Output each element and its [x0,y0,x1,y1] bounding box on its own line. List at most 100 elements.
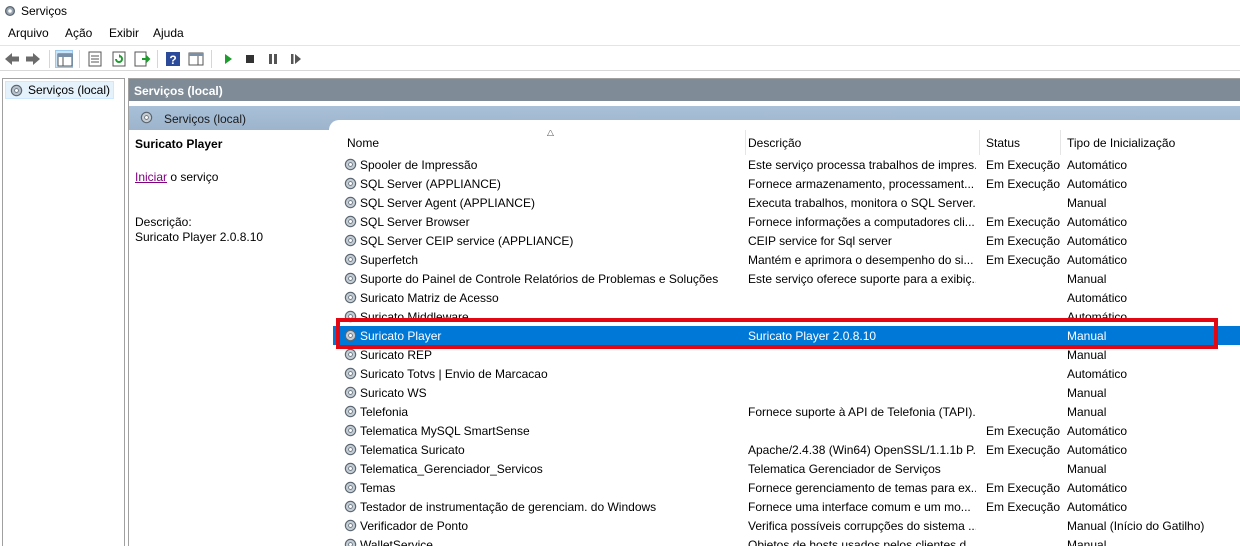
toolbar-separator [49,50,50,68]
service-startup-cell: Manual [1067,386,1107,400]
service-row[interactable]: Telematica Suricato Apache/2.4.38 (Win64)… [333,440,1240,459]
service-gear-icon [343,157,358,172]
service-name-cell: Suricato Player [360,329,442,343]
refresh-icon[interactable] [110,50,128,68]
service-status-cell: Em Execução [986,215,1061,229]
service-startup-cell: Automático [1067,177,1128,191]
service-name-cell: SQL Server Browser [360,215,470,229]
service-status-cell: Em Execução [986,177,1061,191]
services-gear-icon [140,111,153,124]
toolbar-separator [157,50,158,68]
service-startup-cell: Manual [1067,348,1107,362]
pane-subheader-label: Serviços (local) [164,112,247,126]
service-name-cell: Suricato Matriz de Acesso [360,291,499,305]
service-name-cell: Verificador de Ponto [360,519,469,533]
service-name-cell: Spooler de Impressão [360,158,478,172]
service-name-cell: Testador de instrumentação de gerenciam.… [360,500,657,514]
service-gear-icon [343,271,358,286]
menu-ajuda[interactable]: Ajuda [153,26,184,40]
service-startup-cell: Automático [1067,158,1128,172]
show-hide-action-pane-icon[interactable] [187,50,205,68]
service-row[interactable]: Suricato Middleware Automático [333,307,1240,326]
menu-exibir[interactable]: Exibir [109,26,139,40]
services-gear-icon [10,84,23,97]
service-description-cell: Suricato Player 2.0.8.10 [748,329,877,343]
service-description-cell: Verifica possíveis corrupções do sistema… [748,519,976,533]
service-row[interactable]: Spooler de Impressão Este serviço process… [333,155,1240,174]
tree-item-servicos-local[interactable]: Serviços (local) [5,81,115,99]
toolbar-separator [211,50,212,68]
service-gear-icon [343,252,358,267]
show-hide-console-tree-icon[interactable] [55,50,73,68]
service-row[interactable]: Telematica_Gerenciador_Servicos Telematic… [333,459,1240,478]
service-row[interactable]: Suricato Totvs | Envio de Marcacao Automá… [333,364,1240,383]
title-bar: Serviços [0,0,1240,22]
service-name-cell: WalletService [360,538,433,546]
service-startup-cell: Automático [1067,500,1128,514]
service-row[interactable]: SQL Server (APPLIANCE) Fornece armazename… [333,174,1240,193]
service-row[interactable]: Telematica MySQL SmartSense Em Execução Au… [333,421,1240,440]
service-row[interactable]: Suricato WS Manual [333,383,1240,402]
service-gear-icon [343,499,358,514]
console-tree: Serviços (local) [2,78,125,546]
start-service-line: Iniciar o serviço [135,170,218,184]
service-row[interactable]: Suricato Player Suricato Player 2.0.8.10 M… [333,326,1240,345]
service-row[interactable]: Suricato Matriz de Acesso Automático [333,288,1240,307]
service-row[interactable]: SQL Server Browser Fornece informações a … [333,212,1240,231]
service-row[interactable]: Suricato REP Manual [333,345,1240,364]
selected-service-name: Suricato Player [135,137,223,151]
description-value: Suricato Player 2.0.8.10 [135,230,264,244]
service-startup-cell: Automático [1067,481,1128,495]
service-description-cell: Fornece informações a computadores cli..… [748,215,975,229]
service-row[interactable]: Suporte do Painel de Controle Relatórios… [333,269,1240,288]
service-row[interactable]: Testador de instrumentação de gerenciam.… [333,497,1240,516]
service-startup-cell: Manual [1067,538,1107,546]
service-description-cell: Este serviço processa trabalhos de impre… [748,158,976,172]
service-startup-cell: Automático [1067,424,1128,438]
service-startup-cell: Manual (Início do Gatilho) [1067,519,1205,533]
help-icon[interactable]: ? [164,50,182,68]
column-header-label: Descrição [748,136,802,150]
start-service-icon[interactable] [219,50,237,68]
service-row[interactable]: Temas Fornece gerenciamento de temas para… [333,478,1240,497]
service-gear-icon [343,195,358,210]
pause-service-icon[interactable] [264,50,282,68]
service-name-cell: Telematica MySQL SmartSense [360,424,530,438]
service-gear-icon [343,328,358,343]
column-header-status[interactable]: Status [980,130,1061,155]
toolbar-separator [79,50,80,68]
service-description-cell: Telematica Gerenciador de Serviços [748,462,941,476]
service-row[interactable]: SQL Server CEIP service (APPLIANCE) CEIP … [333,231,1240,250]
services-pane: Serviços (local) Serviços (local) Surica… [128,78,1240,546]
forward-icon[interactable] [24,50,42,68]
service-startup-cell: Manual [1067,272,1107,286]
column-header-startup-type[interactable]: Tipo de Inicialização [1061,130,1240,155]
service-gear-icon [343,290,358,305]
service-name-cell: Suricato Middleware [360,310,469,324]
service-status-cell: Em Execução [986,481,1061,495]
stop-service-icon[interactable] [241,50,259,68]
service-row[interactable]: Telefonia Fornece suporte à API de Telefo… [333,402,1240,421]
column-header-description[interactable]: Descrição [742,130,980,155]
tree-item-label: Serviços (local) [28,83,111,97]
resume-service-icon[interactable] [287,50,305,68]
service-gear-icon [343,385,358,400]
menu-acao[interactable]: Ação [65,26,92,40]
start-service-link[interactable]: Iniciar [135,170,167,184]
service-name-cell: Suricato Totvs | Envio de Marcacao [360,367,548,381]
svg-text:?: ? [169,53,176,67]
service-row[interactable]: Verificador de Ponto Verifica possíveis c… [333,516,1240,535]
service-gear-icon [343,404,358,419]
properties-icon[interactable] [86,50,104,68]
service-row[interactable]: SQL Server Agent (APPLIANCE) Executa trab… [333,193,1240,212]
export-list-icon[interactable] [133,50,151,68]
menu-arquivo[interactable]: Arquivo [8,26,49,40]
column-header-name[interactable]: △ Nome [341,130,746,155]
service-startup-cell: Manual [1067,405,1107,419]
service-row[interactable]: WalletService Objetos de hosts usados pel… [333,535,1240,546]
service-gear-icon [343,214,358,229]
list-tab-corner [329,120,1240,130]
service-row[interactable]: Superfetch Mantém e aprimora o desempenho… [333,250,1240,269]
sort-ascending-icon: △ [547,130,554,137]
back-icon[interactable] [3,50,21,68]
